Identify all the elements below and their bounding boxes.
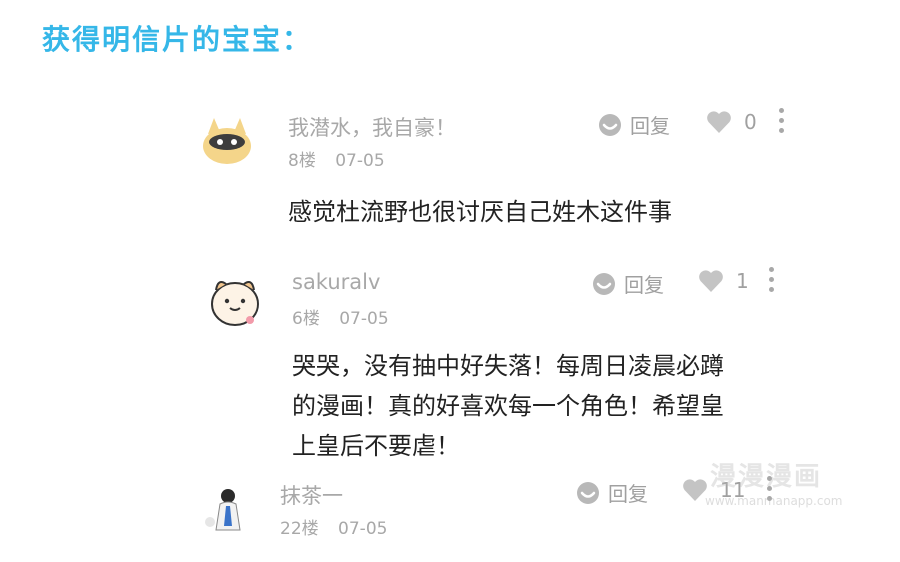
like-button[interactable]: 0 [706,110,757,134]
floor-number: 22楼 [280,519,319,539]
cat-avatar-icon [198,112,256,170]
like-button[interactable]: 1 [698,269,749,293]
girl-avatar-icon [196,480,254,538]
floor-number: 8楼 [288,151,316,171]
comment-text-line: 的漫画！真的好喜欢每一个角色！希望皇 [292,392,724,420]
avatar[interactable] [196,480,254,538]
reply-button[interactable]: 回复 [576,478,648,507]
heart-icon [699,270,723,292]
floor-number: 6楼 [292,309,320,329]
like-count: 1 [736,269,749,293]
avatar[interactable] [198,112,256,170]
comment-text: 感觉杜流野也很讨厌自己姓木这件事 [288,198,672,226]
reply-label: 回复 [624,273,664,297]
comment-text: 哭哭，没有抽中好失落！每周日凌晨必蹲 的漫画！真的好喜欢每一个角色！希望皇 上皇… [292,346,724,466]
reply-bubble-icon [577,481,599,504]
cat-avatar-icon [206,272,264,330]
comment-text-line: 哭哭，没有抽中好失落！每周日凌晨必蹲 [292,352,724,380]
comment-meta: 6楼 07-05 [292,304,403,329]
reply-label: 回复 [630,114,670,138]
reply-bubble-icon [593,272,615,295]
comment-date: 07-05 [335,151,385,171]
reply-button[interactable]: 回复 [592,269,664,298]
watermark-url: www.manmanapp.com [705,494,843,508]
username[interactable]: sakuralv [292,270,380,294]
username[interactable]: 抹茶一 [280,480,343,510]
like-count: 0 [744,110,757,134]
watermark: 漫漫漫画 [710,462,823,492]
comment-date: 07-05 [339,309,389,329]
comment-meta: 22楼 07-05 [280,514,401,539]
comment-date: 07-05 [338,519,388,539]
comment-meta: 8楼 07-05 [288,146,399,171]
comment-text-line: 上皇后不要虐！ [292,432,460,460]
reply-label: 回复 [608,482,648,506]
more-vertical-icon[interactable] [776,108,786,136]
username[interactable]: 我潜水，我自豪！ [288,112,456,142]
page-title: 获得明信片的宝宝： [42,23,313,56]
reply-bubble-icon [599,113,621,136]
more-vertical-icon[interactable] [766,267,776,295]
heart-icon [707,111,731,133]
avatar[interactable] [206,272,264,330]
reply-button[interactable]: 回复 [598,110,670,139]
